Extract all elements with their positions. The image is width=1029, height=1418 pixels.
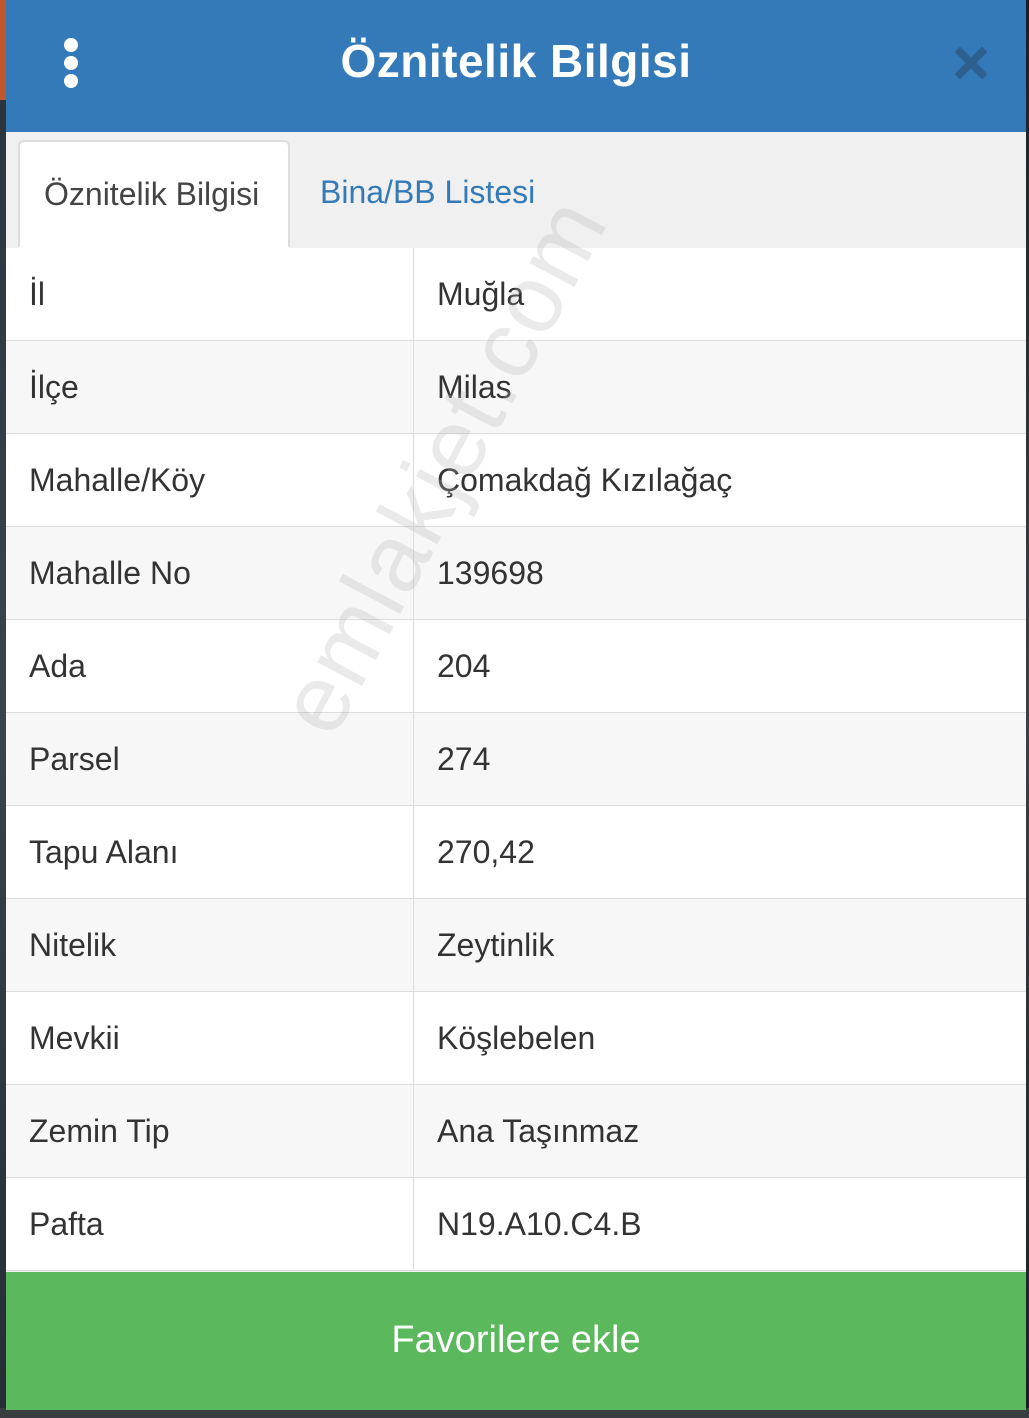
attribute-label: İl [6,248,414,340]
attribute-label: Pafta [6,1178,414,1270]
attribute-value: Köşlebelen [437,1020,596,1056]
table-row: Ada 204 [6,620,1026,713]
attribute-value: 204 [437,648,491,684]
attribute-label: İlçe [6,341,414,433]
table-row: Mahalle No 139698 [6,527,1026,620]
table-row: Nitelik Zeytinlik [6,899,1026,992]
attribute-table: İl Muğla İlçe Milas Mahalle/Köy Çomakdağ… [6,248,1026,1271]
table-row: İlçe Milas [6,341,1026,434]
tab-building-list[interactable]: Bina/BB Listesi [296,140,559,246]
table-row: Zemin Tip Ana Taşınmaz [6,1085,1026,1178]
attribute-label: Tapu Alanı [6,806,414,898]
attribute-value: Zeytinlik [437,927,555,963]
attribute-value: 274 [437,741,491,777]
table-row: Mevkii Köşlebelen [6,992,1026,1085]
table-row: Mahalle/Köy Çomakdağ Kızılağaç [6,434,1026,527]
dialog-title: Öznitelik Bilgisi [340,35,692,87]
attribute-value: Ana Taşınmaz [437,1113,640,1149]
add-to-favorites-button[interactable]: Favorilere ekle [6,1272,1026,1410]
table-row: Tapu Alanı 270,42 [6,806,1026,899]
attribute-value: 139698 [437,555,544,591]
attribute-label: Ada [6,620,414,712]
table-row: Parsel 274 [6,713,1026,806]
attribute-label: Mahalle No [6,527,414,619]
attribute-info-dialog: Öznitelik Bilgisi Öznitelik Bilgisi Bina… [6,0,1026,1410]
attribute-label: Zemin Tip [6,1085,414,1177]
attribute-value: Muğla [437,276,525,312]
table-row: Pafta N19.A10.C4.B [6,1178,1026,1271]
attribute-label: Nitelik [6,899,414,991]
attribute-label: Parsel [6,713,414,805]
tab-attribute-info[interactable]: Öznitelik Bilgisi [18,140,290,248]
dialog-header: Öznitelik Bilgisi [6,0,1026,132]
attribute-value: 270,42 [437,834,535,870]
attribute-label: Mevkii [6,992,414,1084]
close-icon[interactable] [950,42,992,84]
attribute-label: Mahalle/Köy [6,434,414,526]
attribute-value: Çomakdağ Kızılağaç [437,462,733,498]
tab-bar: Öznitelik Bilgisi Bina/BB Listesi [6,132,1026,250]
attribute-value: Milas [437,369,512,405]
table-row: İl Muğla [6,248,1026,341]
attribute-value: N19.A10.C4.B [437,1206,642,1242]
